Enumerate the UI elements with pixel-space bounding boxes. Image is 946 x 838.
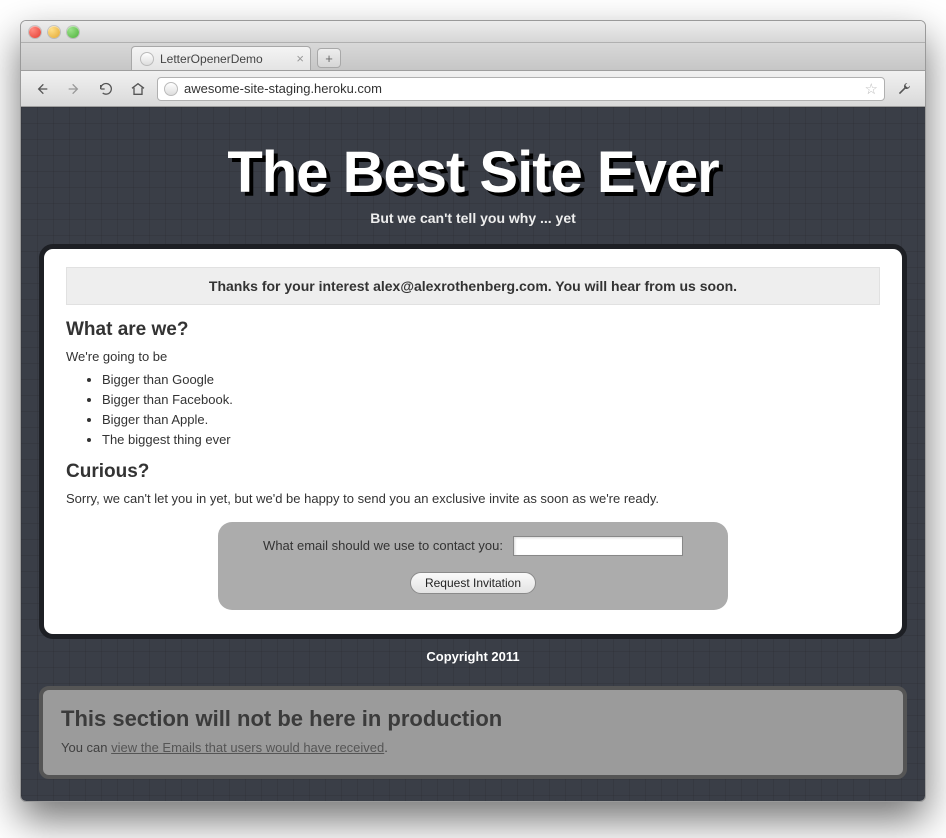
zoom-window-button[interactable]: [67, 26, 79, 38]
wrench-icon: [896, 81, 912, 97]
tab-strip: LetterOpenerDemo × +: [21, 43, 925, 71]
arrow-left-icon: [34, 81, 50, 97]
curious-heading: Curious?: [66, 461, 880, 483]
request-invitation-button[interactable]: Request Invitation: [410, 572, 536, 594]
form-row: What email should we use to contact you:: [236, 536, 710, 556]
close-tab-icon[interactable]: ×: [296, 51, 304, 66]
settings-button[interactable]: [891, 77, 917, 101]
forward-button[interactable]: [61, 77, 87, 101]
url-text: awesome-site-staging.heroku.com: [184, 81, 859, 96]
globe-icon: [140, 52, 154, 66]
tab-title: LetterOpenerDemo: [160, 52, 263, 66]
close-window-button[interactable]: [29, 26, 41, 38]
browser-window: LetterOpenerDemo × + awesome-site-stagin…: [20, 20, 926, 802]
what-intro: We're going to be: [66, 349, 880, 364]
address-bar[interactable]: awesome-site-staging.heroku.com ☆: [157, 77, 885, 101]
window-titlebar: [21, 21, 925, 43]
staging-text: You can view the Emails that users would…: [61, 740, 885, 755]
plus-icon: +: [325, 51, 333, 66]
back-button[interactable]: [29, 77, 55, 101]
staging-prefix: You can: [61, 740, 111, 755]
main-card: Thanks for your interest alex@alexrothen…: [39, 244, 907, 639]
site-title: The Best Site Ever: [39, 139, 907, 206]
list-item: The biggest thing ever: [102, 430, 880, 450]
what-heading: What are we?: [66, 319, 880, 341]
home-icon: [130, 81, 146, 97]
browser-tab[interactable]: LetterOpenerDemo ×: [131, 46, 311, 70]
minimize-window-button[interactable]: [48, 26, 60, 38]
reload-icon: [98, 81, 114, 97]
staging-notice: This section will not be here in product…: [39, 686, 907, 779]
email-field[interactable]: [513, 536, 683, 556]
arrow-right-icon: [66, 81, 82, 97]
staging-heading: This section will not be here in product…: [61, 706, 885, 732]
hero: The Best Site Ever But we can't tell you…: [39, 139, 907, 226]
staging-suffix: .: [384, 740, 388, 755]
email-label: What email should we use to contact you:: [263, 538, 503, 553]
invite-form: What email should we use to contact you:…: [218, 522, 728, 610]
list-item: Bigger than Google: [102, 370, 880, 390]
new-tab-button[interactable]: +: [317, 48, 341, 68]
list-item: Bigger than Apple.: [102, 410, 880, 430]
list-item: Bigger than Facebook.: [102, 390, 880, 410]
globe-icon: [164, 82, 178, 96]
view-emails-link[interactable]: view the Emails that users would have re…: [111, 740, 384, 755]
home-button[interactable]: [125, 77, 151, 101]
window-controls: [29, 26, 79, 38]
reload-button[interactable]: [93, 77, 119, 101]
page-content: The Best Site Ever But we can't tell you…: [21, 107, 925, 801]
copyright: Copyright 2011: [39, 649, 907, 664]
what-list: Bigger than Google Bigger than Facebook.…: [66, 370, 880, 451]
site-subtitle: But we can't tell you why ... yet: [39, 210, 907, 226]
browser-toolbar: awesome-site-staging.heroku.com ☆: [21, 71, 925, 107]
bookmark-star-icon[interactable]: ☆: [865, 80, 878, 98]
flash-message: Thanks for your interest alex@alexrothen…: [66, 267, 880, 305]
curious-text: Sorry, we can't let you in yet, but we'd…: [66, 491, 880, 506]
